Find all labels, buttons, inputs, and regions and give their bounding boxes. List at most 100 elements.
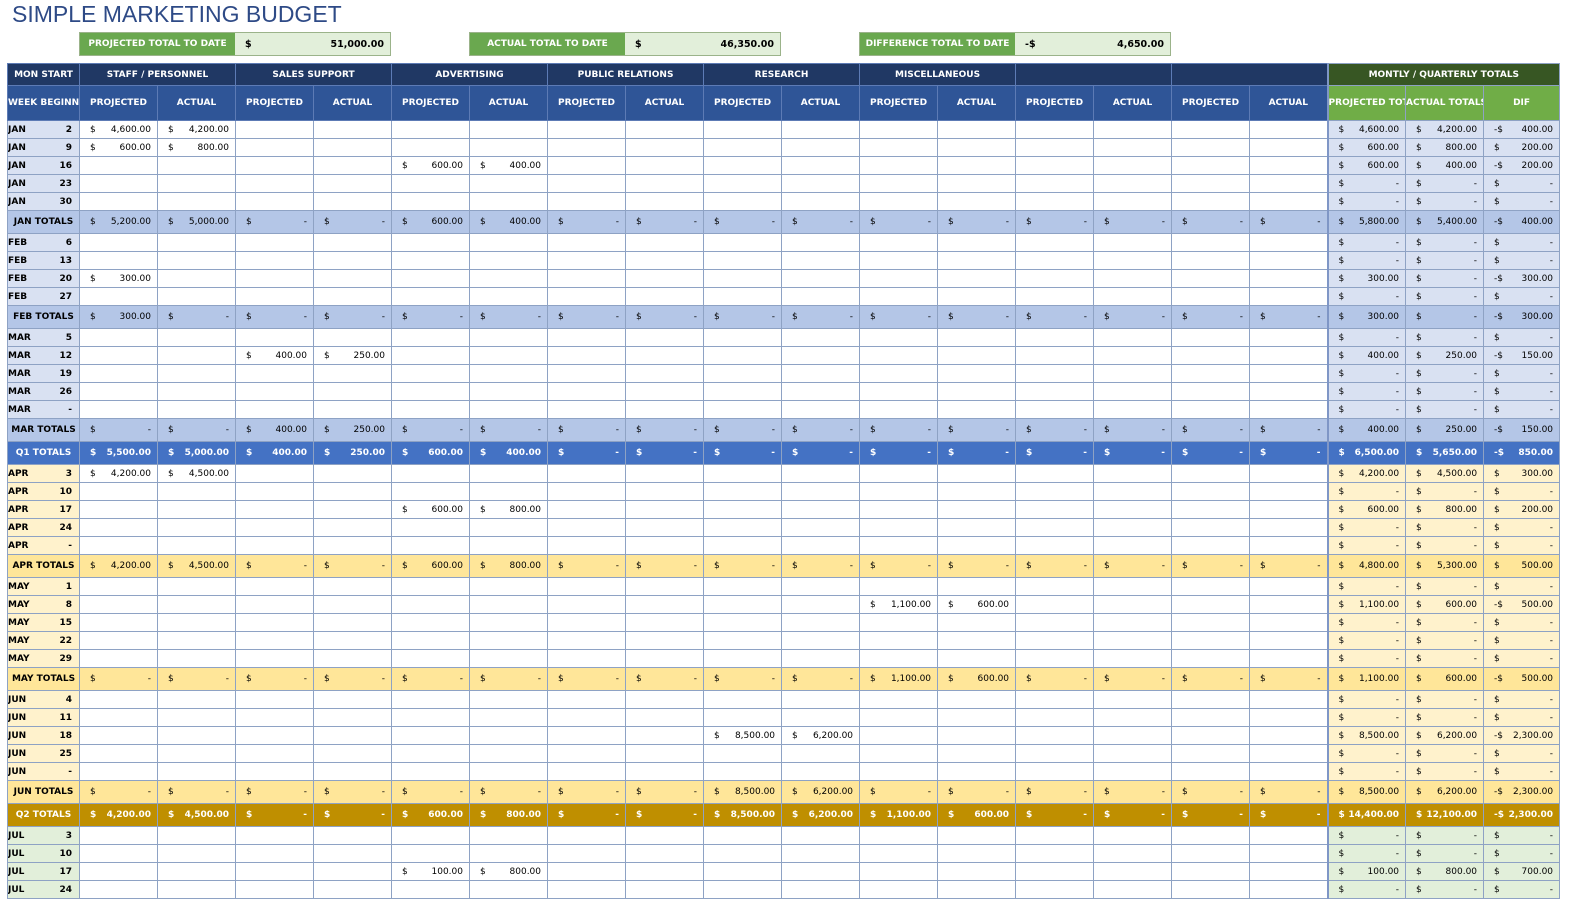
- budget-cell-empty[interactable]: [547, 138, 627, 157]
- week-label[interactable]: JUN 11: [7, 708, 80, 727]
- month-total-cell[interactable]: $ -: [157, 667, 236, 691]
- quarter-total-cell[interactable]: $4,200.00: [79, 803, 158, 827]
- budget-cell-empty[interactable]: [1171, 726, 1251, 745]
- budget-cell-empty[interactable]: [1015, 826, 1095, 845]
- row-difference[interactable]: $ -: [1483, 536, 1561, 555]
- month-total-cell[interactable]: $ -: [1093, 780, 1173, 804]
- row-actual-total[interactable]: $ -: [1405, 708, 1485, 727]
- month-total-cell[interactable]: $ -: [1093, 210, 1173, 234]
- budget-cell-empty[interactable]: [625, 400, 705, 419]
- budget-cell-empty[interactable]: [1171, 518, 1251, 537]
- budget-cell-empty[interactable]: [937, 518, 1017, 537]
- row-projected-total[interactable]: $400.00: [1326, 418, 1407, 442]
- budget-cell-empty[interactable]: [937, 482, 1017, 501]
- budget-cell-empty[interactable]: [781, 690, 861, 709]
- budget-cell-empty[interactable]: [1249, 269, 1329, 288]
- budget-cell-empty[interactable]: [703, 880, 783, 899]
- budget-cell-empty[interactable]: [157, 862, 236, 881]
- budget-cell-empty[interactable]: [703, 577, 783, 596]
- budget-cell-empty[interactable]: [1171, 577, 1251, 596]
- budget-cell-empty[interactable]: [468, 174, 549, 193]
- budget-cell-empty[interactable]: [625, 826, 705, 845]
- budget-cell-empty[interactable]: [468, 536, 549, 555]
- budget-cell-empty[interactable]: [157, 518, 236, 537]
- budget-cell-empty[interactable]: [391, 346, 470, 365]
- row-projected-total[interactable]: $ -: [1326, 577, 1407, 596]
- quarter-total-cell[interactable]: $5,000.00: [157, 441, 236, 465]
- budget-cell-empty[interactable]: [859, 287, 939, 306]
- budget-cell-empty[interactable]: [235, 233, 314, 252]
- budget-cell-empty[interactable]: [313, 826, 392, 845]
- budget-cell-empty[interactable]: [79, 595, 158, 614]
- budget-cell-empty[interactable]: [625, 269, 705, 288]
- budget-cell-empty[interactable]: [1249, 382, 1329, 401]
- budget-cell-empty[interactable]: [1015, 233, 1095, 252]
- budget-cell-empty[interactable]: [1015, 844, 1095, 863]
- budget-cell-empty[interactable]: [937, 726, 1017, 745]
- budget-cell-empty[interactable]: [468, 518, 549, 537]
- budget-cell-empty[interactable]: [391, 464, 470, 483]
- budget-cell-empty[interactable]: [391, 762, 470, 781]
- month-total-cell[interactable]: $ -: [1171, 554, 1251, 578]
- month-total-cell[interactable]: $ -: [235, 305, 314, 329]
- row-actual-total[interactable]: $ -: [1405, 251, 1485, 270]
- budget-cell-empty[interactable]: [79, 726, 158, 745]
- budget-cell-empty[interactable]: [468, 631, 549, 650]
- budget-cell-empty[interactable]: [547, 156, 627, 175]
- budget-cell-empty[interactable]: [235, 726, 314, 745]
- week-label[interactable]: JAN 9: [7, 138, 80, 157]
- quarter-total-cell[interactable]: $ -: [313, 803, 392, 827]
- budget-cell-empty[interactable]: [1093, 364, 1173, 383]
- budget-cell-empty[interactable]: [1249, 346, 1329, 365]
- budget-cell-empty[interactable]: [547, 346, 627, 365]
- budget-cell-empty[interactable]: [79, 649, 158, 668]
- budget-cell-empty[interactable]: [1249, 880, 1329, 899]
- budget-cell-empty[interactable]: [1015, 690, 1095, 709]
- month-total-cell[interactable]: $ -: [313, 554, 392, 578]
- month-total-cell[interactable]: $ -: [781, 418, 861, 442]
- budget-cell-empty[interactable]: [781, 269, 861, 288]
- budget-cell-empty[interactable]: [235, 744, 314, 763]
- budget-cell-empty[interactable]: [1093, 613, 1173, 632]
- budget-cell-empty[interactable]: [391, 233, 470, 252]
- month-total-cell[interactable]: $ -: [1093, 554, 1173, 578]
- budget-cell-empty[interactable]: [157, 613, 236, 632]
- budget-cell-empty[interactable]: [235, 364, 314, 383]
- week-label[interactable]: MAR 26: [7, 382, 80, 401]
- budget-cell-empty[interactable]: [1093, 287, 1173, 306]
- row-projected-total[interactable]: $ -: [1326, 536, 1407, 555]
- month-total-cell[interactable]: $ -: [313, 667, 392, 691]
- budget-cell-empty[interactable]: [937, 120, 1017, 139]
- month-total-cell[interactable]: $ -: [1093, 305, 1173, 329]
- budget-cell-empty[interactable]: [1015, 536, 1095, 555]
- budget-cell-empty[interactable]: [703, 762, 783, 781]
- budget-cell-empty[interactable]: [468, 826, 549, 845]
- budget-cell-empty[interactable]: [859, 120, 939, 139]
- row-projected-total[interactable]: $6,500.00: [1326, 441, 1407, 465]
- budget-cell-empty[interactable]: [468, 400, 549, 419]
- budget-cell-empty[interactable]: [313, 251, 392, 270]
- budget-cell-empty[interactable]: [859, 138, 939, 157]
- budget-cell-empty[interactable]: [1093, 518, 1173, 537]
- budget-cell-empty[interactable]: [859, 192, 939, 211]
- budget-cell-empty[interactable]: [937, 744, 1017, 763]
- budget-cell-empty[interactable]: [157, 595, 236, 614]
- budget-cell-empty[interactable]: [157, 880, 236, 899]
- budget-cell-empty[interactable]: [391, 690, 470, 709]
- row-actual-total[interactable]: $ -: [1405, 826, 1485, 845]
- row-actual-total[interactable]: $400.00: [1405, 156, 1485, 175]
- budget-cell-empty[interactable]: [313, 536, 392, 555]
- budget-cell-empty[interactable]: [1171, 400, 1251, 419]
- budget-cell-empty[interactable]: [1171, 744, 1251, 763]
- budget-cell-empty[interactable]: [547, 631, 627, 650]
- week-label[interactable]: FEB 13: [7, 251, 80, 270]
- budget-cell-empty[interactable]: [1015, 726, 1095, 745]
- budget-cell-empty[interactable]: [391, 880, 470, 899]
- budget-cell-empty[interactable]: [1249, 400, 1329, 419]
- budget-cell-empty[interactable]: [1249, 631, 1329, 650]
- budget-cell[interactable]: $800.00: [468, 500, 549, 519]
- budget-cell-empty[interactable]: [235, 649, 314, 668]
- budget-cell-empty[interactable]: [625, 482, 705, 501]
- week-label[interactable]: FEB 6: [7, 233, 80, 252]
- quarter-total-cell[interactable]: $400.00: [468, 441, 549, 465]
